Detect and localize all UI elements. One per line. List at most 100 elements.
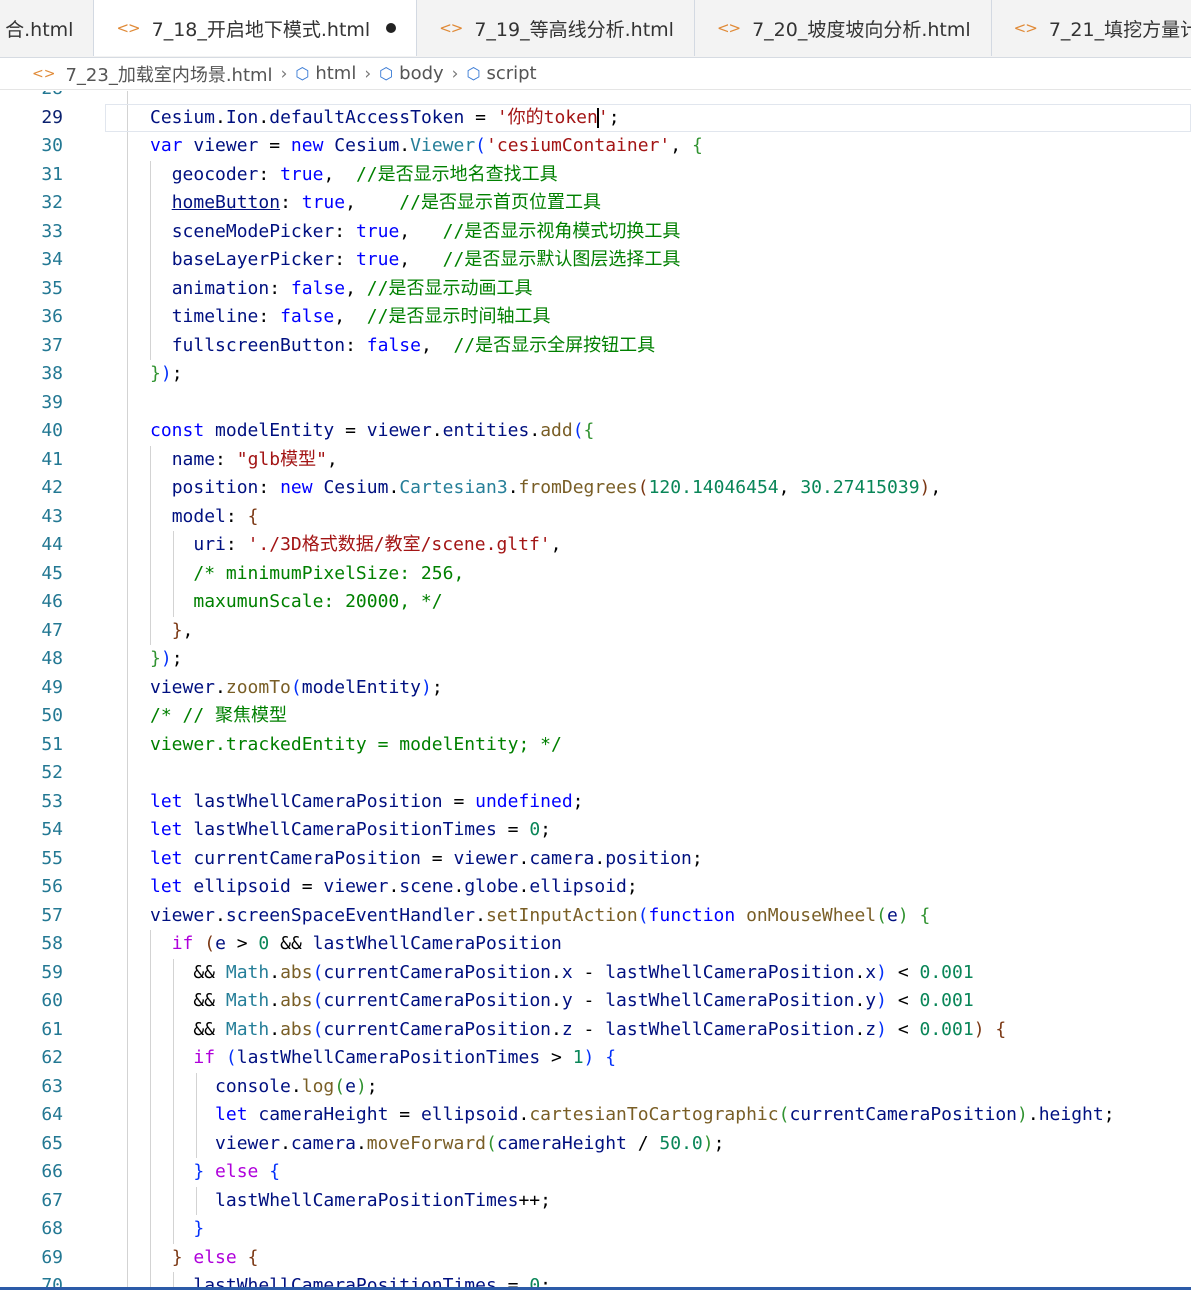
code-line[interactable]: 29 Cesium.Ion.defaultAccessToken = '你的tok… bbox=[0, 103, 1191, 132]
code-line[interactable]: 70 lastWhellCameraPositionTimes = 0; bbox=[0, 1272, 1191, 1288]
code-token: Math bbox=[225, 961, 270, 983]
indent-guide bbox=[127, 702, 128, 731]
code-line[interactable]: 42 position: new Cesium.Cartesian3.fromD… bbox=[0, 474, 1191, 503]
tab-4[interactable]: <> 7_21_填挖方量计算.html bbox=[991, 0, 1191, 56]
code-line[interactable]: 31 geocoder: true, //是否显示地名查找工具 bbox=[0, 160, 1191, 189]
code-text: } bbox=[150, 1215, 204, 1244]
code-line[interactable]: 60 && Math.abs(currentCameraPosition.y -… bbox=[0, 987, 1191, 1016]
code-line[interactable]: 28 bbox=[0, 91, 1191, 104]
code-line[interactable]: 48}); bbox=[0, 645, 1191, 674]
code-line[interactable]: 55 let currentCameraPosition = viewer.cam… bbox=[0, 844, 1191, 873]
code-token: abs bbox=[280, 990, 313, 1011]
code-line[interactable]: 51 viewer.trackedEntity = modelEntity; */ bbox=[0, 730, 1191, 759]
code-token: ( bbox=[572, 420, 584, 441]
code-line[interactable]: 53 let lastWhellCameraPosition = undefine… bbox=[0, 787, 1191, 816]
indent-guide bbox=[127, 103, 128, 132]
code-line[interactable]: 50 /* // 聚焦模型 bbox=[0, 702, 1191, 731]
code-token: let bbox=[150, 819, 183, 840]
code-token: abs bbox=[280, 1018, 313, 1040]
code-text: baseLayerPicker: true, //是否显示默认图层选择工具 bbox=[150, 246, 681, 275]
code-line[interactable]: 69 } else { bbox=[0, 1243, 1191, 1272]
code-file-icon: <> bbox=[439, 19, 463, 37]
code-line[interactable]: 61 && Math.abs(currentCameraPosition.z -… bbox=[0, 1015, 1191, 1044]
code-line[interactable]: 49 viewer.zoomTo(modelEntity); bbox=[0, 673, 1191, 702]
tab-0[interactable]: <>合.html bbox=[0, 0, 95, 56]
code-line[interactable]: 33 sceneModePicker: true, //是否显示视角模式切换工具 bbox=[0, 217, 1191, 247]
breadcrumb-node-body[interactable]: body bbox=[399, 63, 444, 84]
code-token: viewer.trackedEntity = modelEntity; */ bbox=[150, 733, 562, 755]
code-line[interactable]: 44 uri: './3D格式数据/教室/scene.gltf', bbox=[0, 531, 1191, 560]
code-token: lastWhellCameraPosition bbox=[605, 961, 855, 983]
code-line[interactable]: 59 && Math.abs(currentCameraPosition.x -… bbox=[0, 958, 1191, 987]
code-token: . bbox=[399, 135, 411, 156]
code-token: . bbox=[854, 990, 866, 1011]
code-file-icon: <> bbox=[32, 65, 56, 82]
code-line[interactable]: 58 if (e > 0 && lastWhellCameraPosition bbox=[0, 930, 1191, 959]
code-line[interactable]: 62 if (lastWhellCameraPositionTimes > 1)… bbox=[0, 1044, 1191, 1073]
code-token: = bbox=[442, 790, 476, 812]
code-token: baseLayerPicker bbox=[171, 249, 335, 270]
tab-1[interactable]: <> 7_18_开启地下模式.html bbox=[94, 0, 418, 56]
code-line[interactable]: 67 lastWhellCameraPositionTimes++; bbox=[0, 1186, 1191, 1215]
code-line[interactable]: 64 let cameraHeight = ellipsoid.cartesia… bbox=[0, 1101, 1191, 1130]
code-token: ( bbox=[475, 135, 487, 156]
line-number: 31 bbox=[41, 163, 63, 185]
indent-guide bbox=[127, 730, 128, 759]
code-line[interactable]: 45 /* minimumPixelSize: 256, bbox=[0, 559, 1191, 589]
code-line[interactable]: 68 } bbox=[0, 1215, 1191, 1244]
code-token: { bbox=[247, 1246, 259, 1268]
code-line[interactable]: 63 console.log(e); bbox=[0, 1072, 1191, 1101]
code-text: /* minimumPixelSize: 256, bbox=[150, 560, 464, 589]
code-line[interactable]: 30 var viewer = new Cesium.Viewer('cesium… bbox=[0, 132, 1191, 161]
code-token: /* minimumPixelSize: 256, bbox=[193, 562, 465, 584]
tab-3[interactable]: <> 7_20_坡度坡向分析.html bbox=[694, 0, 992, 56]
code-line[interactable]: 54 let lastWhellCameraPositionTimes = 0; bbox=[0, 816, 1191, 845]
code-line[interactable]: 37 fullscreenButton: false, //是否显示全屏按钮工具 bbox=[0, 331, 1191, 360]
line-number: 65 bbox=[41, 1132, 63, 1154]
code-token: ( bbox=[876, 904, 887, 926]
breadcrumb-node-script[interactable]: script bbox=[486, 63, 536, 84]
code-line[interactable]: 38}); bbox=[0, 360, 1191, 389]
code-line[interactable]: 39 bbox=[0, 388, 1191, 417]
code-token: : bbox=[334, 220, 356, 242]
indent-guide bbox=[127, 417, 128, 446]
code-line[interactable]: 46 maxumunScale: 20000, */ bbox=[0, 588, 1191, 617]
code-token: setInputAction bbox=[485, 904, 638, 926]
code-token: e bbox=[215, 933, 226, 954]
code-token: . bbox=[290, 1075, 302, 1097]
code-line[interactable]: 36 timeline: false, //是否显示时间轴工具 bbox=[0, 303, 1191, 332]
code-line[interactable]: 47 }, bbox=[0, 616, 1191, 645]
code-token: 50.0 bbox=[659, 1132, 703, 1154]
code-line[interactable]: 40 const modelEntity = viewer.entities.ad… bbox=[0, 417, 1191, 446]
code-line[interactable]: 32 homeButton: true, //是否显示首页位置工具 bbox=[0, 189, 1191, 218]
code-token: Cesium bbox=[150, 106, 216, 128]
code-line[interactable]: 66 } else { bbox=[0, 1158, 1191, 1187]
tab-2[interactable]: <> 7_19_等高线分析.html bbox=[417, 0, 695, 56]
code-token: "glb模型" bbox=[236, 448, 327, 470]
code-text: sceneModePicker: true, //是否显示视角模式切换工具 bbox=[150, 218, 681, 247]
code-line[interactable]: 35 animation: false, //是否显示动画工具 bbox=[0, 274, 1191, 303]
breadcrumb-node-html[interactable]: html bbox=[315, 63, 356, 84]
code-token: : bbox=[280, 192, 302, 213]
code-line[interactable]: 52 bbox=[0, 759, 1191, 788]
line-number: 49 bbox=[41, 676, 63, 698]
code-token: , bbox=[334, 306, 367, 327]
line-number: 56 bbox=[41, 876, 63, 897]
code-editor[interactable]: 2829Cesium.Ion.defaultAccessToken = '你的t… bbox=[0, 91, 1191, 1288]
code-token: new bbox=[280, 477, 313, 498]
code-line[interactable]: 57 viewer.screenSpaceEventHandler.setInpu… bbox=[0, 901, 1191, 930]
code-line[interactable]: 41 name: "glb模型", bbox=[0, 445, 1191, 474]
code-line[interactable]: 34 baseLayerPicker: true, //是否显示默认图层选择工具 bbox=[0, 246, 1191, 275]
code-line[interactable]: 43 model: { bbox=[0, 502, 1191, 531]
code-token: { bbox=[247, 505, 259, 527]
code-token: viewer bbox=[150, 904, 216, 926]
code-token: . bbox=[355, 1132, 367, 1154]
code-line[interactable]: 56 let ellipsoid = viewer.scene.globe.ell… bbox=[0, 873, 1191, 902]
unsaved-dot-icon[interactable] bbox=[386, 23, 397, 33]
code-line[interactable]: 65 viewer.camera.moveForward(cameraHeigh… bbox=[0, 1129, 1191, 1158]
code-token: 0 bbox=[529, 819, 541, 840]
breadcrumb-file[interactable]: 7_23_加载室内场景.html bbox=[65, 61, 272, 87]
